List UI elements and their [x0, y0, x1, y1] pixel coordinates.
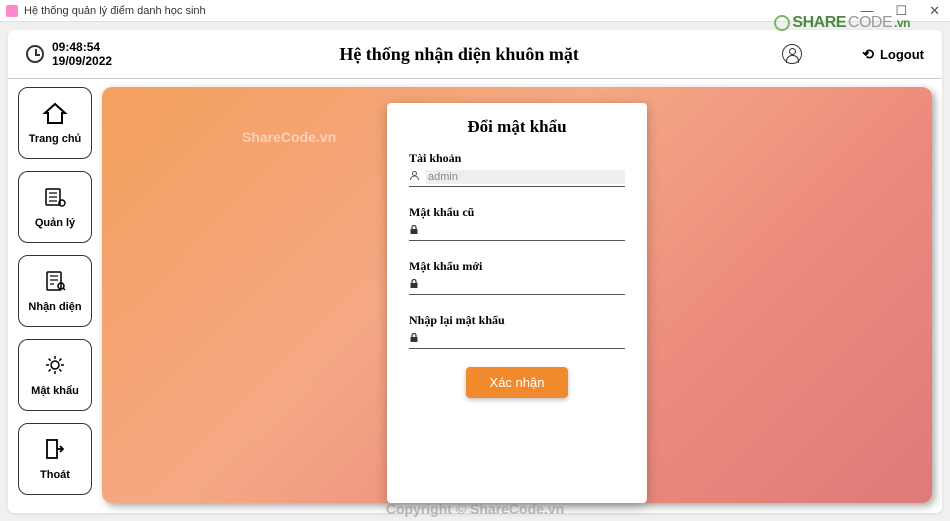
sidebar-item-password[interactable]: Mật khẩu [18, 339, 92, 411]
sidebar-item-detect[interactable]: Nhận diện [18, 255, 92, 327]
newpw-field: Mật khẩu mới [409, 259, 625, 295]
sidebar-item-home[interactable]: Trang chủ [18, 87, 92, 159]
sidebar-item-label: Nhận diện [28, 301, 81, 313]
header-bar: 09:48:54 19/09/2022 Hệ thống nhận diện k… [8, 30, 942, 79]
sidebar-item-manage[interactable]: Quản lý [18, 171, 92, 243]
page-title: Hệ thống nhận diện khuôn mặt [136, 44, 782, 65]
account-input [426, 170, 625, 184]
sidebar-item-label: Mật khẩu [31, 385, 79, 397]
lock-icon [409, 278, 419, 292]
oldpw-label: Mật khẩu cũ [409, 205, 625, 220]
change-password-form: Đổi mật khẩu Tài khoản Mật khẩu cũ [387, 103, 647, 503]
logout-button[interactable]: ⟲ Logout [862, 46, 924, 63]
close-button[interactable]: ✕ [925, 3, 944, 19]
account-field: Tài khoản [409, 151, 625, 187]
lock-icon [409, 224, 419, 238]
header-datetime: 09:48:54 19/09/2022 [26, 40, 136, 68]
account-label: Tài khoản [409, 151, 625, 166]
header-date-text: 19/09/2022 [52, 54, 112, 68]
confirmpw-label: Nhập lại mật khẩu [409, 313, 625, 328]
newpw-input[interactable] [425, 279, 625, 291]
oldpw-field: Mật khẩu cũ [409, 205, 625, 241]
app-body: Trang chủ Quản lý Nhận diện Mật khẩu [8, 79, 942, 513]
window-title: Hệ thống quản lý điểm danh học sinh [24, 5, 206, 17]
watermark-corner: SHARECODE.vn [774, 14, 910, 32]
logout-label: Logout [880, 47, 924, 62]
sidebar-item-label: Trang chủ [29, 133, 82, 145]
oldpw-input[interactable] [425, 225, 625, 237]
manage-icon [43, 185, 67, 213]
app-window: 09:48:54 19/09/2022 Hệ thống nhận diện k… [8, 30, 942, 513]
main-panel: ShareCode.vn Đổi mật khẩu Tài khoản Mật … [102, 87, 932, 503]
user-icon[interactable] [782, 44, 802, 64]
app-icon [6, 5, 18, 17]
confirmpw-input[interactable] [425, 333, 625, 345]
logout-icon: ⟲ [862, 46, 874, 63]
header-time-text: 09:48:54 [52, 40, 112, 54]
form-title: Đổi mật khẩu [409, 117, 625, 137]
sidebar-item-label: Thoát [40, 469, 70, 481]
exit-icon [44, 437, 66, 465]
sidebar-item-exit[interactable]: Thoát [18, 423, 92, 495]
clock-icon [26, 45, 44, 63]
watermark-center: ShareCode.vn [242, 129, 336, 145]
lock-icon [409, 332, 419, 346]
home-icon [42, 101, 68, 129]
recycle-icon [774, 15, 790, 31]
detect-icon [43, 269, 67, 297]
gear-icon [43, 353, 67, 381]
sidebar: Trang chủ Quản lý Nhận diện Mật khẩu [18, 87, 92, 503]
sidebar-item-label: Quản lý [35, 217, 75, 229]
submit-button[interactable]: Xác nhận [466, 367, 569, 398]
newpw-label: Mật khẩu mới [409, 259, 625, 274]
person-icon [409, 170, 420, 184]
confirmpw-field: Nhập lại mật khẩu [409, 313, 625, 349]
